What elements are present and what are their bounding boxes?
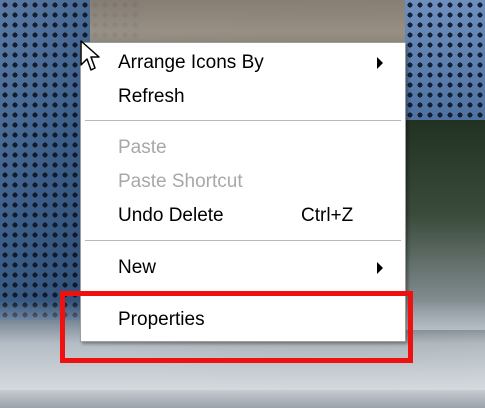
submenu-arrow-icon [377, 262, 383, 274]
menu-item-arrange-icons-by[interactable]: Arrange Icons By [81, 47, 405, 79]
menu-item-label: Paste [118, 137, 167, 158]
menu-item-label: Refresh [118, 86, 185, 107]
menu-item-label: Undo Delete [118, 205, 224, 226]
highlight-annotation-box [60, 291, 413, 363]
menu-item-refresh[interactable]: Refresh [81, 81, 405, 113]
mouse-pointer-icon [80, 40, 100, 71]
wallpaper-mesh-right [405, 0, 485, 140]
menu-separator [85, 240, 401, 242]
menu-item-undo-delete[interactable]: Undo Delete Ctrl+Z [81, 200, 405, 232]
menu-item-label: Paste Shortcut [118, 171, 243, 192]
menu-item-label: Arrange Icons By [118, 52, 264, 73]
menu-item-shortcut: Ctrl+Z [301, 205, 354, 226]
menu-item-label: New [118, 257, 157, 278]
menu-item-paste[interactable]: Paste [81, 132, 405, 164]
menu-item-paste-shortcut[interactable]: Paste Shortcut [81, 166, 405, 198]
menu-item-new[interactable]: New [81, 252, 405, 284]
submenu-arrow-icon [377, 57, 383, 69]
menu-separator [85, 120, 401, 122]
taskbar-edge [0, 390, 485, 408]
